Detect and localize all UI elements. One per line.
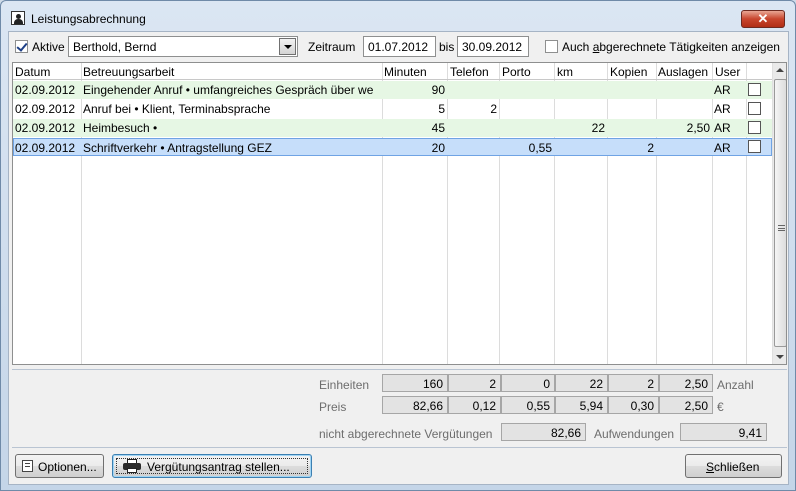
options-button[interactable]: Optionen... [15,454,104,478]
close-button-label: Schließen [706,460,759,474]
date-to-field[interactable]: 30.09.2012 [457,36,529,57]
user-card-icon [11,11,25,25]
close-button[interactable]: Schließen [685,454,782,478]
unbilled-label: nicht abgerechnete Vergütungen [319,427,493,441]
request-compensation-button[interactable]: Vergütungsantrag stellen... [112,454,312,478]
units-kopien: 2 [608,374,659,392]
cell-datum: 02.09.2012 [15,102,76,116]
cell-arbeit: Schriftverkehr • Antragstellung GEZ [83,141,272,155]
cell-minuten: 90 [431,83,445,97]
active-label: Aktive [32,40,65,54]
cell-user: AR [714,121,731,135]
show-billed-label-pre: Auch [562,40,593,54]
printer-icon [123,459,141,473]
col-porto[interactable]: Porto [502,65,531,79]
cell-user: AR [714,141,731,155]
table-row[interactable]: 02.09.2012 Eingehender Anruf • umfangrei… [13,81,772,99]
close-window-button[interactable]: ✕ [741,10,785,28]
cell-auslagen: 2,50 [686,121,710,135]
cell-km: 22 [591,121,605,135]
table-header: Datum Betreuungsarbeit Minuten Telefon P… [13,63,773,80]
unbilled-value: 82,66 [501,423,586,441]
scroll-up-icon[interactable] [776,68,784,72]
options-icon [22,460,33,472]
price-kopien: 0,30 [608,396,659,414]
currency-label: € [717,400,724,414]
price-km: 5,94 [555,396,608,414]
options-button-label: Optionen... [38,460,97,474]
table-row-selected[interactable]: 02.09.2012 Schriftverkehr • Antragstellu… [13,138,772,156]
units-telefon: 2 [448,374,501,392]
cell-arbeit: Anruf bei • Klient, Terminabsprache [83,102,271,116]
count-label: Anzahl [717,378,754,392]
col-betreuungsarbeit[interactable]: Betreuungsarbeit [83,65,174,79]
vertical-scrollbar[interactable] [772,63,786,364]
units-auslagen: 2,50 [659,374,713,392]
row-checkbox[interactable] [748,102,761,115]
person-combobox[interactable]: Berthold, Bernd [68,36,298,57]
window: Leistungsabrechnung ✕ Aktive Berthold, B… [0,0,796,491]
col-datum[interactable]: Datum [15,65,50,79]
window-title: Leistungsabrechnung [31,12,146,26]
price-porto: 0,55 [501,396,555,414]
show-billed-label: Auch abgerechnete Tätigkeiten anzeigen [562,40,780,54]
col-km[interactable]: km [557,65,573,79]
table-row[interactable]: 02.09.2012 Anruf bei • Klient, Terminabs… [13,100,772,118]
title-bar: Leistungsabrechnung ✕ [1,1,795,31]
show-billed-label-post: bgerechnete Tätigkeiten anzeigen [599,40,780,54]
cell-arbeit: Heimbesuch • [83,121,158,135]
cell-datum: 02.09.2012 [15,121,76,135]
cell-telefon: 2 [490,102,497,116]
scroll-thumb[interactable] [774,79,786,347]
cell-datum: 02.09.2012 [15,141,76,155]
row-checkbox[interactable] [748,83,761,96]
row-checkbox[interactable] [748,140,761,153]
show-billed-checkbox[interactable] [545,40,558,53]
request-button-label: Vergütungsantrag stellen... [147,460,290,474]
close-accel: S [706,460,715,474]
cell-minuten: 20 [431,141,445,155]
units-label: Einheiten [319,378,370,392]
active-checkbox[interactable] [15,40,28,53]
price-label: Preis [319,400,347,414]
price-telefon: 0,12 [448,396,501,414]
cell-user: AR [714,83,731,97]
cell-arbeit: Eingehender Anruf • umfangreiches Gesprä… [83,83,374,97]
person-value: Berthold, Bernd [73,40,157,54]
cell-porto: 0,55 [528,141,552,155]
close-rest: chließen [714,460,760,474]
price-auslagen: 2,50 [659,396,713,414]
client-area: Aktive Berthold, Bernd Zeitraum 01.07.20… [8,31,789,485]
col-kopien[interactable]: Kopien [610,65,647,79]
activities-table: Datum Betreuungsarbeit Minuten Telefon P… [12,62,787,365]
col-user[interactable]: User [715,65,740,79]
cell-kopien: 2 [647,141,654,155]
col-auslagen[interactable]: Auslagen [658,65,708,79]
table-row[interactable]: 02.09.2012 Heimbesuch • 45 22 2,50 AR [13,119,772,137]
units-minuten: 160 [382,374,448,392]
price-minuten: 82,66 [382,396,448,414]
units-porto: 0 [501,374,555,392]
expenses-value: 9,41 [680,423,767,441]
cell-user: AR [714,102,731,116]
chevron-down-icon[interactable] [279,38,296,55]
period-label: Zeitraum [308,40,356,54]
col-minuten[interactable]: Minuten [384,65,427,79]
col-telefon[interactable]: Telefon [450,65,489,79]
row-checkbox[interactable] [748,121,761,134]
expenses-label: Aufwendungen [594,427,675,441]
cell-minuten: 45 [431,121,445,135]
scroll-down-icon[interactable] [776,355,784,359]
date-from-field[interactable]: 01.07.2012 [363,36,436,57]
units-km: 22 [555,374,608,392]
cell-minuten: 5 [438,102,445,116]
to-label: bis [439,40,455,54]
cell-datum: 02.09.2012 [15,83,76,97]
